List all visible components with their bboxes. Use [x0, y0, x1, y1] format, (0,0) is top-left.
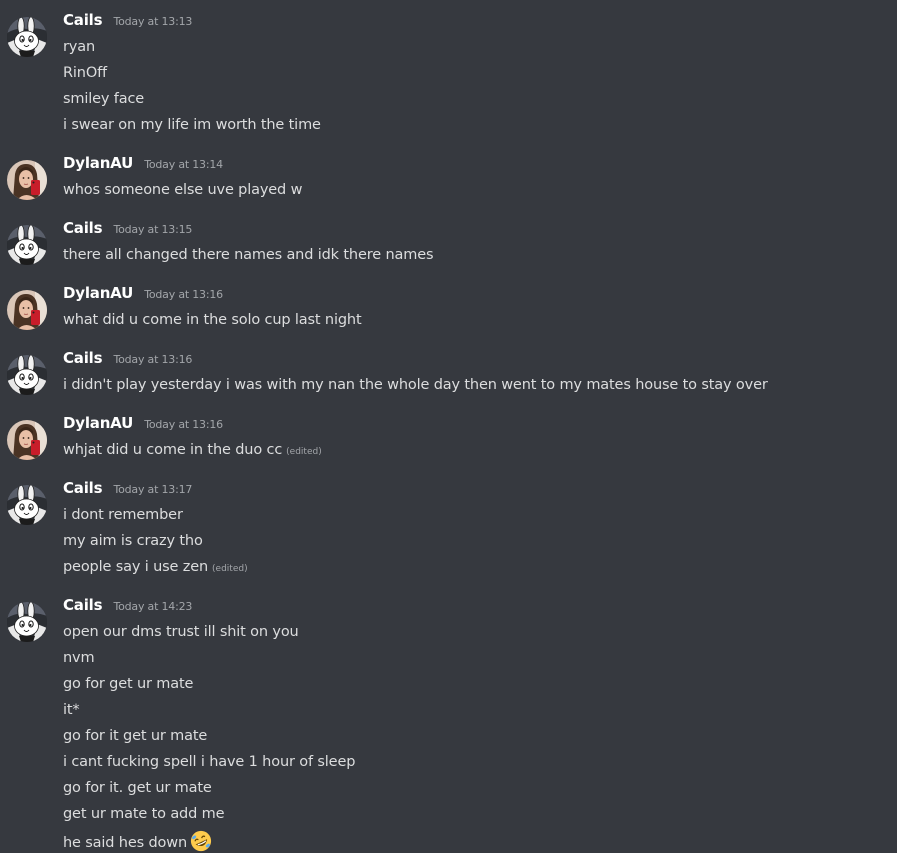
- message-line: he said hes down: [63, 830, 212, 850]
- username[interactable]: DylanAU: [63, 284, 133, 302]
- username[interactable]: DylanAU: [63, 154, 133, 172]
- user-avatar[interactable]: [7, 602, 47, 642]
- message-text: i dont remember: [63, 507, 183, 523]
- timestamp: Today at 13:15: [113, 223, 193, 236]
- timestamp: Today at 13:14: [144, 158, 223, 171]
- user-avatar[interactable]: [7, 225, 47, 265]
- username[interactable]: DylanAU: [63, 414, 133, 432]
- message-text: whos someone else uve played w: [63, 182, 303, 198]
- bunny-avatar-icon: [7, 602, 47, 642]
- selfie-avatar-icon: [7, 160, 47, 200]
- timestamp: Today at 13:16: [144, 418, 223, 431]
- selfie-avatar-icon: [7, 290, 47, 330]
- message-header: Cails Today at 13:15: [63, 218, 192, 238]
- user-avatar[interactable]: [7, 420, 47, 460]
- bunny-avatar-icon: [7, 485, 47, 525]
- message-header: Cails Today at 13:17: [63, 478, 192, 498]
- message-text: go for it. get ur mate: [63, 780, 212, 796]
- username[interactable]: Cails: [63, 349, 103, 367]
- message-text: nvm: [63, 650, 95, 666]
- edited-label: (edited): [286, 447, 322, 457]
- message-text: ryan: [63, 39, 96, 55]
- message-text: people say i use zen: [63, 559, 209, 575]
- message-header: Cails Today at 14:23: [63, 595, 192, 615]
- selfie-avatar-icon: [7, 420, 47, 460]
- edited-label: (edited): [212, 564, 248, 574]
- message-text: what did u come in the solo cup last nig…: [63, 312, 362, 328]
- rolling-on-floor-laughing-icon: [190, 830, 212, 852]
- message-text: i swear on my life im worth the time: [63, 117, 321, 133]
- username[interactable]: Cails: [63, 11, 103, 29]
- message-text: smiley face: [63, 91, 145, 107]
- message-header: Cails Today at 13:13: [63, 10, 192, 30]
- message-text: go for get ur mate: [63, 676, 194, 692]
- timestamp: Today at 13:16: [144, 288, 223, 301]
- message-line: whjat did u come in the duo cc (edited): [63, 440, 322, 460]
- message-header: DylanAU Today at 13:16: [63, 283, 223, 303]
- message-text: he said hes down: [63, 835, 188, 851]
- timestamp: Today at 14:23: [113, 600, 193, 613]
- message-text: get ur mate to add me: [63, 806, 225, 822]
- message-list: Cails Today at 13:13 ryan RinOff smiley …: [0, 0, 897, 853]
- message-text: i didn't play yesterday i was with my na…: [63, 377, 768, 393]
- message-text: go for it get ur mate: [63, 728, 208, 744]
- username[interactable]: Cails: [63, 596, 103, 614]
- username[interactable]: Cails: [63, 219, 103, 237]
- message-text: whjat did u come in the duo cc: [63, 442, 283, 458]
- message-text: there all changed there names and idk th…: [63, 247, 434, 263]
- timestamp: Today at 13:17: [113, 483, 193, 496]
- timestamp: Today at 13:16: [113, 353, 193, 366]
- user-avatar[interactable]: [7, 485, 47, 525]
- bunny-avatar-icon: [7, 17, 47, 57]
- user-avatar[interactable]: [7, 355, 47, 395]
- message-header: DylanAU Today at 13:14: [63, 153, 223, 173]
- bunny-avatar-icon: [7, 225, 47, 265]
- message-text: my aim is crazy tho: [63, 533, 203, 549]
- user-avatar[interactable]: [7, 17, 47, 57]
- timestamp: Today at 13:13: [113, 15, 193, 28]
- message-line: people say i use zen (edited): [63, 557, 248, 577]
- message-text: i cant fucking spell i have 1 hour of sl…: [63, 754, 356, 770]
- user-avatar[interactable]: [7, 160, 47, 200]
- message-text: it*: [63, 702, 80, 718]
- message-header: DylanAU Today at 13:16: [63, 413, 223, 433]
- message-text: open our dms trust ill shit on you: [63, 624, 299, 640]
- bunny-avatar-icon: [7, 355, 47, 395]
- username[interactable]: Cails: [63, 479, 103, 497]
- user-avatar[interactable]: [7, 290, 47, 330]
- message-text: RinOff: [63, 65, 108, 81]
- message-header: Cails Today at 13:16: [63, 348, 192, 368]
